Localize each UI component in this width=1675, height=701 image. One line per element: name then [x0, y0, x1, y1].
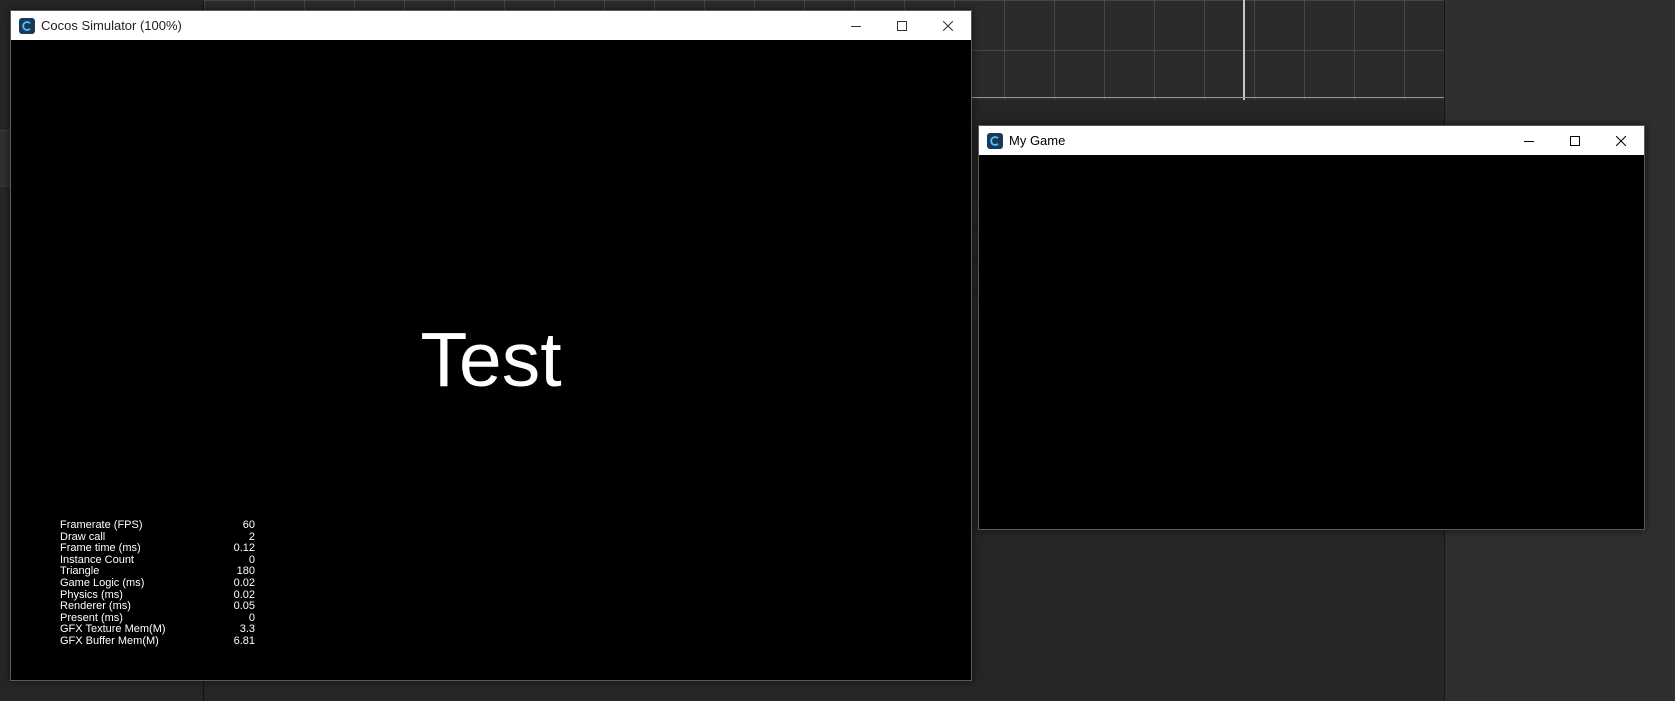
maximize-button[interactable] [879, 11, 925, 40]
profiler-stat-row: Game Logic (ms) 0.02 [60, 576, 255, 590]
profiler-stat-value: 0.02 [233, 576, 255, 589]
simulator-window[interactable]: Cocos Simulator (100%) Test Framerate (F… [10, 10, 972, 681]
cocos-app-icon [987, 132, 1003, 149]
minimize-icon [1524, 140, 1534, 142]
game-window[interactable]: My Game [978, 125, 1645, 530]
profiler-stat-label: Game Logic (ms) [60, 576, 145, 589]
simulator-window-title: Cocos Simulator (100%) [41, 18, 182, 33]
maximize-button[interactable] [1552, 126, 1598, 155]
game-viewport[interactable] [979, 155, 1644, 529]
profiler-stat-label: Renderer (ms) [60, 600, 131, 613]
minimize-button[interactable] [833, 11, 879, 40]
close-icon [943, 20, 953, 31]
maximize-icon [897, 20, 907, 31]
minimize-icon [851, 25, 861, 27]
close-button[interactable] [925, 11, 971, 40]
profiler-stat-value: 0.05 [233, 600, 255, 613]
game-window-title: My Game [1009, 133, 1066, 148]
close-button[interactable] [1598, 126, 1644, 155]
close-icon [1616, 135, 1626, 146]
profiler-stat-label: GFX Buffer Mem(M) [60, 634, 159, 647]
game-window-controls [1506, 126, 1644, 155]
minimize-button[interactable] [1506, 126, 1552, 155]
simulator-window-controls [833, 11, 971, 40]
simulator-titlebar[interactable]: Cocos Simulator (100%) [11, 11, 971, 40]
cocos-app-icon [19, 17, 35, 34]
profiler-stat-row: GFX Buffer Mem(M) 6.81 [60, 634, 255, 648]
simulator-game-viewport[interactable]: Test Framerate (FPS) 60 Draw call 2 Frame ti… [11, 40, 971, 680]
profiler-stat-label: Framerate (FPS) [60, 519, 143, 531]
game-label-text: Test [420, 317, 562, 403]
profiler-stat-value: 60 [242, 519, 255, 531]
profiler-stat-row: Framerate (FPS) 60 [60, 519, 255, 532]
profiler-stats-panel: Framerate (FPS) 60 Draw call 2 Frame time (m… [60, 519, 255, 648]
game-titlebar[interactable]: My Game [979, 126, 1644, 155]
profiler-stat-value: 6.81 [233, 634, 255, 647]
profiler-stat-row: Renderer (ms) 0.05 [60, 601, 255, 613]
maximize-icon [1570, 135, 1580, 146]
editor-scene-axis-vertical [1243, 0, 1245, 100]
